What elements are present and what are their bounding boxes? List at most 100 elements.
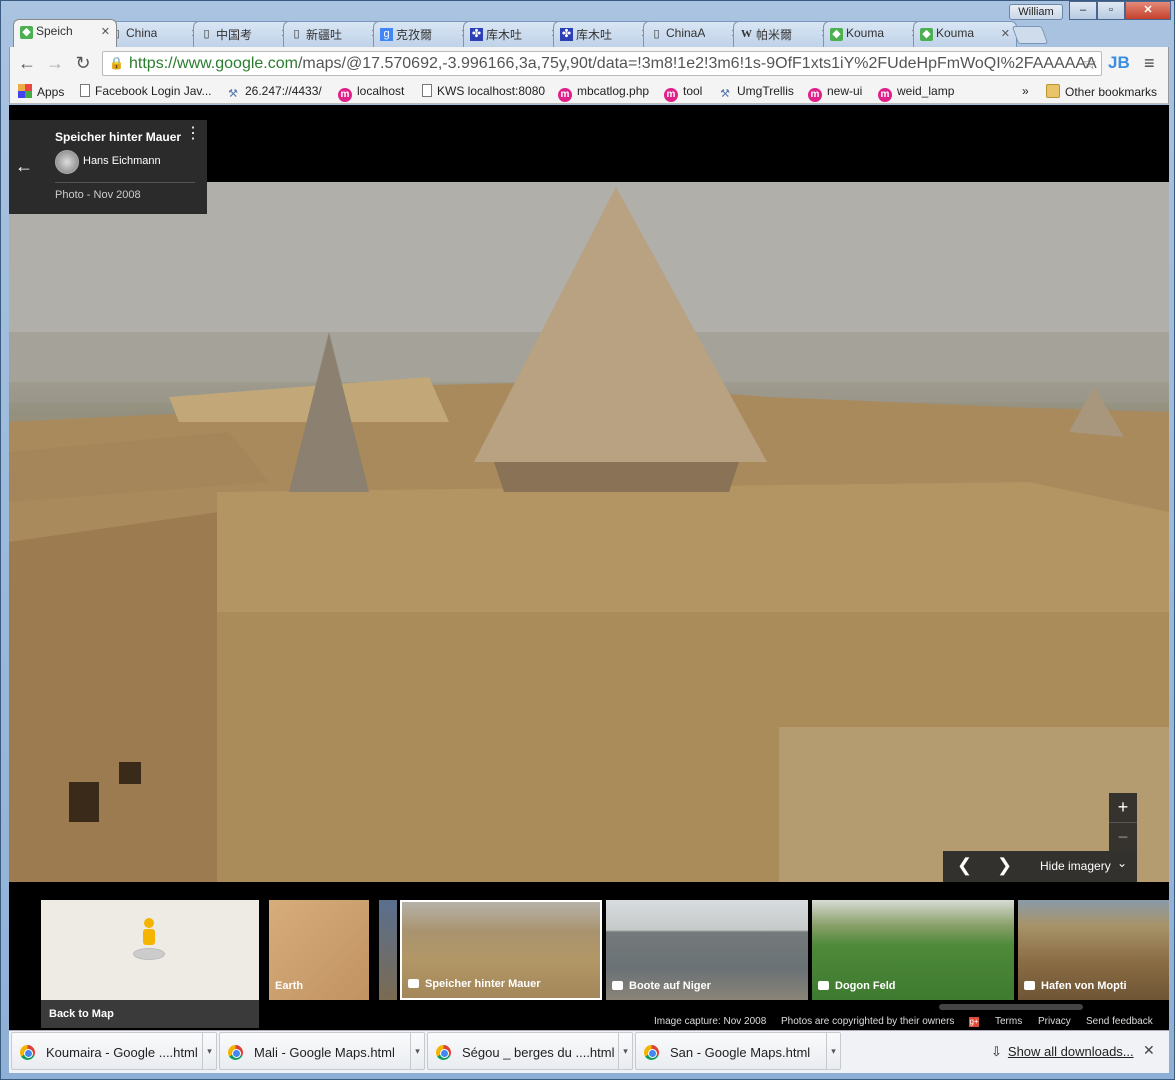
photo-image[interactable]: [9, 182, 1169, 882]
photo-card-label: Boote auf Niger: [612, 980, 711, 992]
earth-card[interactable]: Earth: [269, 900, 369, 1000]
granary-photo-illustration: [9, 182, 1169, 882]
photo-card-label: Dogon Feld: [818, 980, 896, 992]
camera-icon: [818, 981, 829, 990]
close-window-button[interactable]: ✕: [1125, 1, 1171, 20]
browser-window: William – ▫ ✕ ◆Speich✕ ▯China✕ ▯中国考✕ ▯新疆…: [0, 0, 1175, 1080]
page-icon: ▯: [203, 28, 210, 40]
back-to-map-label: Back to Map: [41, 1000, 259, 1028]
close-download-bar-icon[interactable]: ✕: [1143, 1042, 1155, 1059]
tab-strip: ◆Speich✕ ▯China✕ ▯中国考✕ ▯新疆吐✕ g克孜爾✕ ✤库木吐✕…: [9, 19, 1169, 47]
reload-icon[interactable]: ↻: [72, 52, 94, 74]
camera-icon: [1024, 981, 1035, 990]
photo-date: Photo - Nov 2008: [55, 189, 141, 201]
tab-4[interactable]: g克孜爾✕: [373, 21, 477, 47]
other-bookmarks[interactable]: Other bookmarks: [1046, 84, 1157, 99]
bookmark-kws[interactable]: KWS localhost:8080: [422, 84, 545, 98]
tab-7[interactable]: ▯ChinaA✕: [643, 21, 747, 47]
chevron-down-icon[interactable]: ▾: [826, 1033, 840, 1069]
tab-2[interactable]: ▯中国考✕: [193, 21, 297, 47]
url-text: https://www.google.com/maps/@17.570692,-…: [129, 55, 1097, 72]
back-to-map-card[interactable]: Back to Map: [41, 900, 259, 1028]
jetbrains-extension-icon[interactable]: JB: [1108, 53, 1130, 73]
thumbnail-partial[interactable]: [379, 900, 397, 1000]
chrome-icon: [20, 1045, 35, 1060]
tab-5[interactable]: ✤库木吐✕: [463, 21, 567, 47]
bookmark-weid-lamp[interactable]: m weid_lamp: [878, 84, 954, 102]
bookmark-new-ui[interactable]: m new-ui: [808, 84, 862, 102]
back-arrow-icon[interactable]: ←: [15, 156, 33, 177]
back-arrow-icon[interactable]: ←: [16, 52, 38, 74]
google-plus-icon[interactable]: g+: [969, 1016, 979, 1027]
tab-9[interactable]: ◆Kouma✕: [823, 21, 927, 47]
tab-6[interactable]: ✤库木吐✕: [553, 21, 657, 47]
page-icon: ▯: [293, 28, 300, 40]
tab-8[interactable]: W帕米爾✕: [733, 21, 837, 47]
photo-card-label: Hafen von Mopti: [1024, 980, 1127, 992]
bookmark-apps[interactable]: Apps: [18, 84, 64, 99]
download-arrow-icon: ⇩: [991, 1044, 1002, 1059]
bookmark-tool[interactable]: m tool: [664, 84, 702, 102]
m-icon: m: [664, 88, 678, 102]
send-feedback-link[interactable]: Send feedback: [1086, 1016, 1153, 1027]
tool-icon: ⚒: [720, 88, 730, 100]
new-tab-button[interactable]: [1011, 26, 1049, 44]
photo-card-mopti[interactable]: Hafen von Mopti: [1018, 900, 1169, 1000]
zoom-out-button[interactable]: −: [1109, 822, 1137, 851]
pegman-icon: [133, 918, 165, 960]
strip-scrollbar[interactable]: [939, 1004, 1083, 1010]
bookmark-facebook[interactable]: Facebook Login Jav...: [80, 84, 212, 98]
page-icon: [422, 84, 432, 97]
photo-author[interactable]: Hans Eichmann: [83, 155, 161, 167]
tab-3[interactable]: ▯新疆吐✕: [283, 21, 387, 47]
forward-arrow-icon[interactable]: →: [44, 52, 66, 74]
download-item[interactable]: Koumaira - Google ....html ▾: [11, 1032, 217, 1070]
download-item[interactable]: San - Google Maps.html ▾: [635, 1032, 841, 1070]
m-icon: m: [558, 88, 572, 102]
page-icon: [80, 84, 90, 97]
close-tab-icon[interactable]: ✕: [1001, 27, 1010, 40]
bookmark-localhost[interactable]: m localhost: [338, 84, 404, 102]
tab-10[interactable]: ◆ Kouma ✕: [913, 21, 1017, 47]
chrome-icon: [436, 1045, 451, 1060]
chevron-right-icon[interactable]: ❯: [997, 855, 1012, 876]
photo-viewer: ← Speicher hinter Mauer ⋮ Hans Eichmann …: [9, 105, 1169, 1030]
tab-0[interactable]: ◆ Speich ✕: [13, 19, 117, 47]
more-options-icon[interactable]: ⋮: [185, 126, 201, 142]
bookmark-star-icon[interactable]: ☆: [1082, 54, 1097, 74]
chevron-down-icon[interactable]: ▾: [410, 1033, 424, 1069]
close-tab-icon[interactable]: ✕: [101, 25, 110, 38]
bookmark-mbcatlog[interactable]: m mbcatlog.php: [558, 84, 649, 102]
avatar[interactable]: [55, 150, 79, 174]
maximize-button[interactable]: ▫: [1097, 1, 1125, 20]
terms-link[interactable]: Terms: [995, 1016, 1022, 1027]
hide-imagery-button[interactable]: Hide imagery: [1040, 859, 1111, 873]
download-item[interactable]: Mali - Google Maps.html ▾: [219, 1032, 425, 1070]
minimize-button[interactable]: –: [1069, 1, 1097, 20]
tab-1[interactable]: ▯China✕: [103, 21, 207, 47]
address-bar[interactable]: 🔒 https://www.google.com/maps/@17.570692…: [102, 51, 1102, 76]
chevron-down-icon[interactable]: ▾: [202, 1033, 216, 1069]
chevron-down-icon[interactable]: ⌄: [1117, 856, 1127, 870]
privacy-link[interactable]: Privacy: [1038, 1016, 1071, 1027]
photo-card-dogon[interactable]: Dogon Feld: [812, 900, 1014, 1000]
chevron-down-icon[interactable]: ▾: [618, 1033, 632, 1069]
bookmarks-bar: Apps Facebook Login Jav... ⚒ 26.247://443…: [9, 79, 1169, 104]
photo-card-boote[interactable]: Boote auf Niger: [606, 900, 808, 1000]
window-user-badge[interactable]: William: [1009, 4, 1063, 20]
bookmarks-overflow-button[interactable]: »: [1022, 84, 1029, 98]
bookmark-ip[interactable]: ⚒ 26.247://4433/: [226, 84, 322, 101]
download-bar: Koumaira - Google ....html ▾ Mali - Googl…: [9, 1030, 1169, 1073]
photo-info-card: ← Speicher hinter Mauer ⋮ Hans Eichmann …: [9, 120, 207, 214]
image-capture-date: Image capture: Nov 2008: [654, 1016, 767, 1027]
menu-icon[interactable]: ≡: [1144, 53, 1155, 74]
photo-card-speicher[interactable]: Speicher hinter Mauer: [400, 900, 602, 1000]
show-all-downloads-link[interactable]: ⇩ Show all downloads...: [991, 1044, 1134, 1060]
chevron-left-icon[interactable]: ❮: [957, 855, 972, 876]
page-icon: ▯: [653, 28, 660, 40]
google-icon: g: [380, 28, 393, 41]
bookmark-umgtrellis[interactable]: ⚒ UmgTrellis: [718, 84, 794, 101]
m-icon: m: [338, 88, 352, 102]
download-item[interactable]: Ségou _ berges du ....html ▾: [427, 1032, 633, 1070]
zoom-in-button[interactable]: +: [1109, 793, 1137, 822]
